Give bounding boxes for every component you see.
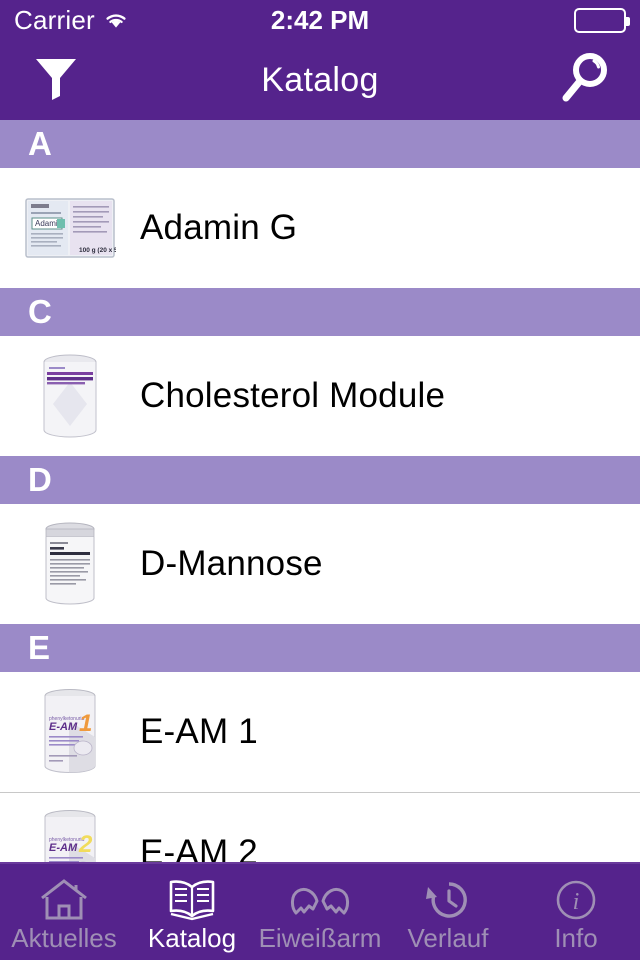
list-item-label: E-AM 1 bbox=[140, 712, 258, 751]
status-bar-right bbox=[574, 7, 630, 33]
section-letter: C bbox=[28, 293, 52, 330]
list-item[interactable]: phenylketonuria E-AM 2 E-AM 2 bbox=[0, 792, 640, 862]
tab-katalog[interactable]: Katalog bbox=[128, 864, 256, 960]
list-item[interactable]: Adamin 100 g (20 x 5 g) Adamin G bbox=[0, 168, 640, 288]
tab-label: Katalog bbox=[147, 923, 237, 953]
info-circle-icon: i bbox=[554, 877, 598, 923]
list-item-label: Adamin G bbox=[140, 208, 298, 247]
catalog-list[interactable]: A Adamin 100 g (20 x 5 Adamin G C Choles… bbox=[0, 120, 640, 862]
product-box-adamin-g-icon: Adamin 100 g (20 x 5 g) bbox=[22, 186, 118, 270]
svg-text:i: i bbox=[573, 889, 580, 915]
tab-aktuelles[interactable]: Aktuelles bbox=[0, 864, 128, 960]
app-screen: Carrier 2:42 PM Katalog A Adamin 100 g (… bbox=[0, 0, 640, 960]
product-can-e-am-2-icon: phenylketonuria E-AM 2 bbox=[22, 809, 118, 862]
section-header-e: E bbox=[0, 624, 640, 672]
search-button[interactable] bbox=[552, 48, 616, 112]
history-clock-icon bbox=[424, 877, 472, 923]
tab-label: Info bbox=[554, 923, 598, 953]
section-header-d: D bbox=[0, 456, 640, 504]
filter-button[interactable] bbox=[24, 48, 88, 112]
filter-funnel-icon bbox=[34, 55, 78, 106]
svg-text:E-AM: E-AM bbox=[49, 721, 78, 733]
product-can-cholesterol-module-icon bbox=[22, 354, 118, 438]
tab-label: Aktuelles bbox=[11, 923, 117, 953]
tab-verlauf[interactable]: Verlauf bbox=[384, 864, 512, 960]
section-letter: A bbox=[28, 125, 52, 162]
battery-icon bbox=[574, 7, 630, 33]
svg-text:1: 1 bbox=[79, 710, 92, 737]
status-bar-left: Carrier bbox=[14, 5, 129, 36]
list-item[interactable]: D-Mannose bbox=[0, 504, 640, 624]
tab-label: Verlauf bbox=[407, 923, 489, 953]
list-item-label: Cholesterol Module bbox=[140, 376, 446, 415]
tab-label: Eiweißarm bbox=[258, 923, 382, 953]
tab-bar: Aktuelles Katalog Eiweißarm Verlauf i In… bbox=[0, 862, 640, 960]
section-letter: E bbox=[28, 629, 51, 666]
section-letter: D bbox=[28, 461, 52, 498]
svg-text:100 g (20 x 5 g): 100 g (20 x 5 g) bbox=[79, 247, 116, 254]
protein-bow-icon bbox=[287, 877, 353, 923]
list-item-label: E-AM 2 bbox=[140, 832, 258, 863]
product-can-d-mannose-icon bbox=[22, 522, 118, 606]
product-can-e-am-1-icon: phenylketonuria E-AM 1 bbox=[22, 689, 118, 774]
navigation-bar: Katalog bbox=[0, 40, 640, 120]
tab-info[interactable]: i Info bbox=[512, 864, 640, 960]
carrier-label: Carrier bbox=[14, 4, 95, 35]
wifi-icon bbox=[103, 10, 129, 30]
home-icon bbox=[39, 877, 89, 923]
section-header-c: C bbox=[0, 288, 640, 336]
search-magnifier-icon bbox=[558, 51, 610, 110]
svg-text:2: 2 bbox=[78, 831, 93, 858]
status-time: 2:42 PM bbox=[270, 4, 370, 35]
open-book-icon bbox=[167, 877, 217, 923]
tab-eiweissarm[interactable]: Eiweißarm bbox=[256, 864, 384, 960]
status-bar: Carrier 2:42 PM bbox=[0, 0, 640, 40]
page-title: Katalog bbox=[261, 60, 379, 99]
list-item[interactable]: Cholesterol Module bbox=[0, 336, 640, 456]
svg-text:E-AM: E-AM bbox=[49, 842, 78, 854]
section-header-a: A bbox=[0, 120, 640, 168]
list-item-label: D-Mannose bbox=[140, 544, 323, 583]
list-item[interactable]: phenylketonuria E-AM 1 E-AM 1 bbox=[0, 672, 640, 792]
